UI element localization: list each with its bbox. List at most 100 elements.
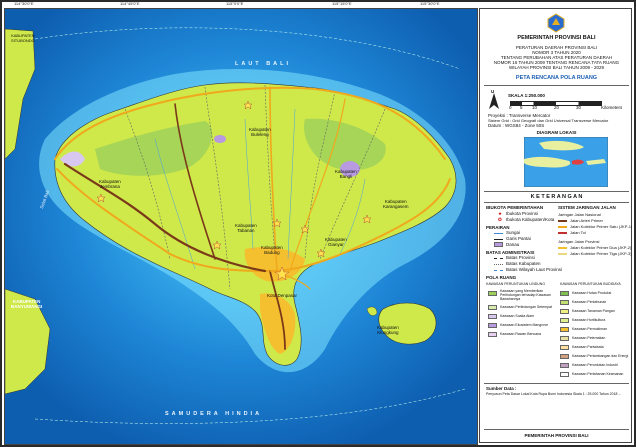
legend-panel: PEMERINTAH PROVINSI BALI PERATURAN DAERA… xyxy=(479,8,632,443)
budidaya-swatch xyxy=(560,345,569,350)
scale-tick: 5 xyxy=(520,105,523,110)
map-panel[interactable]: LAUT BALI SAMUDERA HINDIA Selat Bali Kab… xyxy=(4,8,478,445)
perairan-item: Garis Pantai xyxy=(506,236,531,241)
north-arrow-icon xyxy=(489,93,499,109)
label-situbondo: KABUPATEN SITUBONDO xyxy=(11,33,35,43)
lindung-item: Kawasan yang Memberikan Perlindungan ter… xyxy=(500,289,551,301)
budidaya-item: Kawasan Perkebunan xyxy=(572,300,607,304)
sumber-title: Sumber Data : xyxy=(486,386,517,391)
perairan-item: Sungai xyxy=(506,230,521,235)
boundary-symbol xyxy=(494,264,503,265)
lindung-item: Kawasan Rawan Bencana xyxy=(500,332,542,336)
budidaya-item: Kawasan Hutan Produksi xyxy=(572,291,612,295)
ibukota-item: Ibukota Provinsi xyxy=(506,211,539,216)
budidaya-item: Kawasan Peruntukan Industri xyxy=(572,363,618,367)
pola-title: POLA RUANG xyxy=(486,275,517,280)
jaringan-item: Jaringan Jalan Provinsi xyxy=(558,239,600,244)
location-inset xyxy=(524,137,608,187)
scale-unit: Kilometers xyxy=(601,105,623,110)
boundary-symbol xyxy=(494,258,503,259)
divider xyxy=(484,202,629,203)
label-tabanan: Kabupaten Tabanan xyxy=(235,223,257,233)
label-klungkung: Kabupaten Klungkung xyxy=(377,325,399,335)
budidaya-item: Kawasan Hortikultura xyxy=(572,318,606,322)
top-coordinate-tick: 115°15'0"E xyxy=(332,1,352,6)
sea-label-south: SAMUDERA HINDIA xyxy=(165,411,263,417)
budidaya-swatch xyxy=(560,309,569,314)
budidaya-item: Kawasan Tanaman Pangan xyxy=(572,309,615,313)
sea-label-north: LAUT BALI xyxy=(235,61,292,67)
north-label: U xyxy=(491,89,495,94)
road-symbol xyxy=(558,253,567,255)
budidaya-item: Kawasan Pertahanan Keamanan xyxy=(572,372,624,376)
budidaya-swatch xyxy=(560,300,569,305)
scale-tick: 0 xyxy=(509,105,512,110)
datum-text: Datum : WGS84 - Zone 50S xyxy=(488,123,545,128)
lindung-title: KAWASAN PERUNTUKAN LINDUNG xyxy=(486,282,546,286)
legend-heading: K E T E R A N G A N xyxy=(530,194,583,200)
road-symbol xyxy=(558,232,567,234)
divider xyxy=(484,85,629,86)
ibukota-title: IBUKOTA PEMERINTAHAN xyxy=(486,205,544,210)
scale-tick: 30 xyxy=(576,105,582,110)
scale-tick: 10 xyxy=(532,105,538,110)
label-bangli: Kabupaten Bangli xyxy=(335,169,357,179)
budidaya-swatch xyxy=(560,327,569,332)
footer-org: PEMERINTAH PROVINSI BALI xyxy=(524,433,589,438)
lindung-item: Kawasan Perlindungan Setempat xyxy=(500,305,552,309)
jaringan-item: Jaringan Jalan Nasional xyxy=(558,212,601,217)
budidaya-item: Kawasan Permukiman xyxy=(572,327,608,331)
budidaya-swatch xyxy=(560,318,569,323)
jaringan-item: Jalan Tol xyxy=(570,230,586,235)
lake-bratan xyxy=(214,135,226,143)
budidaya-item: Kawasan Peternakan xyxy=(572,336,606,340)
divider xyxy=(484,191,629,192)
lindung-swatch xyxy=(488,332,497,337)
batas-item: Batas Provinsi xyxy=(506,255,535,260)
road-symbol xyxy=(558,220,567,222)
circle-star-icon: ✪ xyxy=(498,217,502,222)
budidaya-item: Kawasan Pariwisata xyxy=(572,345,604,349)
jaringan-item: Jalan Kolektor Primer Tiga (JKP-3) xyxy=(570,251,632,256)
top-coordinate-tick: 115°0'0"E xyxy=(226,1,244,6)
lindung-swatch xyxy=(488,323,497,328)
batas-item: Batas Wilayah Laut Provinsi xyxy=(506,267,563,272)
top-coordinate-tick: 114°30'0"E xyxy=(14,1,34,6)
legend-org: PEMERINTAH PROVINSI BALI xyxy=(517,35,596,41)
jaringan-item: Jalan Kolektor Primer Satu (JKP-1) xyxy=(570,224,633,229)
coast-symbol xyxy=(494,239,503,240)
location-title: DIAGRAM LOKASI xyxy=(536,130,577,135)
budidaya-swatch xyxy=(560,354,569,359)
ibukota-item: Ibukota Kabupaten/Kota xyxy=(506,217,555,222)
budidaya-swatch xyxy=(560,291,569,296)
label-denpasar: Kota Denpasar xyxy=(267,293,298,298)
label-buleleng: Kabupaten Buleleng xyxy=(249,127,271,137)
budidaya-swatch xyxy=(560,363,569,368)
label-karangasem: Kabupaten Karangasem xyxy=(383,199,409,209)
jaringan-title: SISTEM JARINGAN JALAN xyxy=(558,205,616,210)
law-line-5: WILAYAH PROVINSI BALI TAHUN 2009 - 2029 xyxy=(509,65,604,70)
scale-tick: 20 xyxy=(554,105,560,110)
lake-swatch xyxy=(494,242,503,247)
scale-text: SKALA 1:250.000 xyxy=(508,93,545,98)
label-banyuwangi: KABUPATEN BANYUWANGI xyxy=(11,299,43,309)
perairan-item: Danau xyxy=(506,242,520,247)
road-symbol xyxy=(558,226,567,228)
budidaya-swatch xyxy=(560,372,569,377)
label-jembrana: Kabupaten Jembrana xyxy=(99,179,121,189)
lindung-item: Kawasan Suaka Alam xyxy=(500,314,535,318)
lindung-swatch xyxy=(488,314,497,319)
budidaya-title: KAWASAN PERUNTUKAN BUDIDAYA xyxy=(560,282,621,286)
boundary-symbol xyxy=(494,270,503,271)
batas-item: Batas Kabupaten xyxy=(506,261,541,266)
lindung-swatch xyxy=(488,305,497,310)
divider xyxy=(484,383,629,384)
label-badung: Kabupaten Badung xyxy=(261,245,283,255)
road-symbol xyxy=(558,247,567,249)
budidaya-swatch xyxy=(560,336,569,341)
lindung-swatch xyxy=(488,291,497,296)
label-gianyar: Kabupaten Gianyar xyxy=(325,237,347,247)
lindung-item: Kawasan Ekosistem Mangrove xyxy=(500,323,549,327)
sumber-text: Penyusun Peta Dasar Lokal Kota Rupa Bumi… xyxy=(486,392,622,396)
top-coordinate-tick: 115°30'0"E xyxy=(420,1,440,6)
